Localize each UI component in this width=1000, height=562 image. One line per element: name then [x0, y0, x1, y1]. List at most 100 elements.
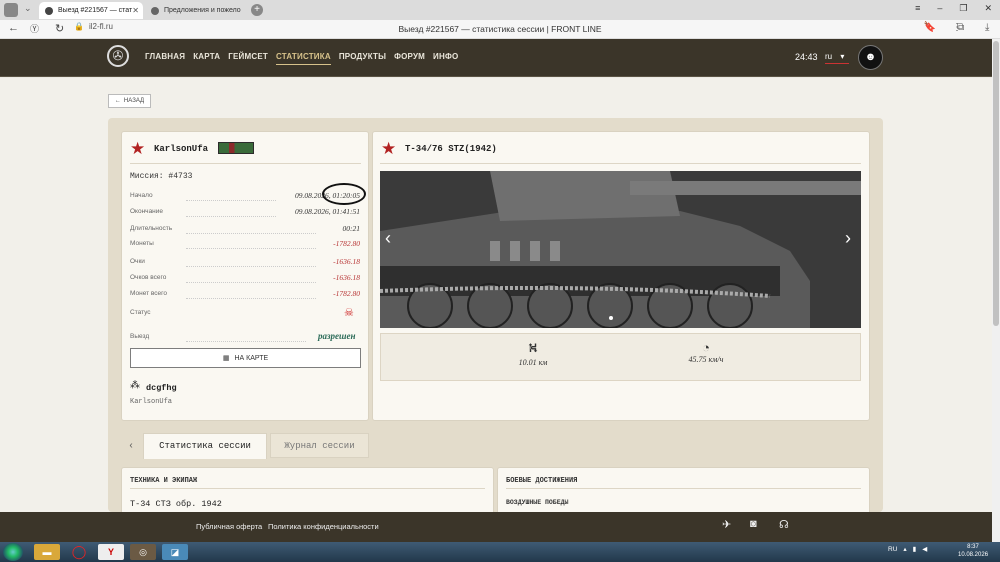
- map-icon: ▦: [222, 355, 230, 362]
- system-tray: RU ▴ ▮ ◀: [888, 545, 928, 554]
- carousel-prev-icon[interactable]: ‹: [385, 228, 391, 249]
- divider: [506, 488, 861, 489]
- end-label: Окончание: [130, 208, 164, 215]
- nav-item-products[interactable]: ПРОДУКТЫ: [339, 52, 386, 65]
- sortie-label: Выезд: [130, 333, 150, 340]
- window-controls: ≡ – ❐ ✕: [915, 3, 992, 14]
- tab-list-icon[interactable]: ⌄: [24, 3, 32, 14]
- main-nav: ГЛАВНАЯ КАРТА ГЕЙМСЕТ СТАТИСТИКА ПРОДУКТ…: [145, 52, 458, 65]
- dotted-leader: [186, 341, 306, 342]
- skull-icon: ☠: [344, 307, 354, 319]
- dotted-leader: [186, 266, 316, 267]
- start-button[interactable]: [3, 543, 23, 561]
- distance-stat: ⛕ 10.01 км: [493, 340, 573, 367]
- browser-menu-icon[interactable]: [4, 3, 18, 17]
- mission-link[interactable]: #4733: [168, 172, 192, 181]
- rank-badge: [218, 142, 254, 154]
- start-label: Начало: [130, 192, 153, 199]
- app-icon[interactable]: ◪: [162, 544, 188, 560]
- opera-icon[interactable]: ◯: [66, 544, 92, 560]
- route-icon: ⛕: [528, 340, 538, 355]
- site-footer: [0, 512, 992, 542]
- privacy-policy-link[interactable]: Политика конфиденциальности: [268, 522, 379, 531]
- close-window-icon[interactable]: ✕: [984, 3, 992, 14]
- dotted-leader: [186, 233, 316, 234]
- game-icon[interactable]: ◎: [130, 544, 156, 560]
- carousel-next-icon[interactable]: ›: [845, 228, 851, 249]
- squad-name[interactable]: dcgfhg: [146, 383, 177, 393]
- tray-clock[interactable]: 8:37 10.08.2026: [958, 543, 988, 559]
- squad-member[interactable]: KarlsonUfa: [130, 398, 172, 406]
- new-tab-button[interactable]: +: [251, 4, 263, 16]
- nav-item-forum[interactable]: ФОРУМ: [394, 52, 425, 65]
- total-points-label: Очков всего: [130, 274, 167, 281]
- air-wins-title: ВОЗДУШНЫЕ ПОБЕДЫ: [506, 499, 569, 506]
- sortie-status: разрешен: [318, 331, 356, 341]
- telegram-icon[interactable]: ✈: [722, 518, 731, 531]
- total-coins-value: -1782.80: [333, 289, 360, 298]
- duration-label: Длительность: [130, 225, 173, 232]
- carousel-dot[interactable]: [609, 316, 613, 320]
- tab-favicon: [45, 6, 53, 15]
- browser-tab-active[interactable]: Выезд #221567 — стат ✕: [39, 2, 143, 19]
- volume-icon[interactable]: ◀: [922, 545, 927, 553]
- coins-label: Монеты: [130, 240, 154, 247]
- chevron-down-icon: ▾: [840, 52, 845, 61]
- total-points-value: -1636.18: [333, 273, 360, 282]
- nav-item-stats[interactable]: СТАТИСТИКА: [275, 52, 331, 65]
- menu-icon[interactable]: ≡: [915, 3, 920, 14]
- browser-tab[interactable]: Предложения и пожело: [145, 2, 251, 19]
- vehicle-stats: [380, 333, 861, 381]
- mission-line: Миссия: #4733: [130, 172, 193, 181]
- nav-item-info[interactable]: ИНФО: [433, 52, 458, 65]
- tab-session-stats[interactable]: Статистика сессии: [143, 433, 267, 459]
- vehicle-name: T-34/76 STZ(1942): [405, 144, 497, 154]
- achievements-card: [497, 467, 870, 517]
- dotted-leader: [186, 216, 276, 217]
- points-value: -1636.18: [333, 257, 360, 266]
- back-button[interactable]: ← НАЗАД: [108, 94, 151, 108]
- arrow-left-icon: ←: [114, 98, 121, 104]
- yandex-browser-icon[interactable]: Y: [98, 544, 124, 560]
- tab-close-icon[interactable]: ✕: [132, 6, 139, 15]
- nav-item-gameset[interactable]: ГЕЙМСЕТ: [228, 52, 268, 65]
- language-select[interactable]: ru ▾: [825, 52, 849, 64]
- tech-vehicle-name: T-34 СТЗ обр. 1942: [130, 499, 222, 509]
- coins-value: -1782.80: [333, 239, 360, 248]
- dotted-leader: [186, 248, 316, 249]
- minimize-icon[interactable]: –: [937, 3, 942, 14]
- site-logo-icon[interactable]: ✇: [107, 45, 129, 67]
- download-icon[interactable]: ⤓: [985, 22, 989, 33]
- squad-icon: ⁂: [130, 380, 140, 391]
- achievements-section-title: БОЕВЫЕ ДОСТИЖЕНИЯ: [506, 477, 578, 485]
- points-label: Очки: [130, 258, 145, 265]
- total-coins-label: Монет всего: [130, 290, 167, 297]
- explorer-icon[interactable]: ▬: [34, 544, 60, 560]
- divider: [130, 163, 361, 164]
- user-avatar[interactable]: ☻: [858, 45, 883, 70]
- tray-arrow-icon[interactable]: ▴: [903, 545, 906, 553]
- tab-session-log[interactable]: Журнал сессии: [270, 433, 369, 458]
- status-label: Статус: [130, 309, 151, 316]
- duration-value: 00:21: [342, 224, 361, 233]
- speed-stat: ◔ 45.75 км/ч: [666, 340, 746, 364]
- nav-item-map[interactable]: КАРТА: [193, 52, 220, 65]
- divider: [130, 488, 485, 489]
- nav-item-main[interactable]: ГЛАВНАЯ: [145, 52, 185, 65]
- player-name[interactable]: KarlsonUfa: [154, 144, 208, 154]
- extensions-icon[interactable]: ⧉: [957, 22, 964, 33]
- network-icon[interactable]: ▮: [913, 545, 917, 553]
- star-icon: ★: [130, 139, 146, 158]
- scrollbar-thumb[interactable]: [993, 41, 999, 326]
- page-title: Выезд #221567 — статистика сессии | FRON…: [398, 24, 602, 34]
- discord-icon[interactable]: ◙: [750, 518, 757, 530]
- bookmark-icon[interactable]: 🔖: [924, 22, 936, 33]
- divider: [380, 163, 861, 164]
- tabs-prev-button[interactable]: ‹: [121, 433, 141, 458]
- public-offer-link[interactable]: Публичная оферта: [196, 522, 262, 531]
- on-map-button[interactable]: ▦ НА КАРТЕ: [130, 348, 361, 368]
- vehicle-image-carousel[interactable]: [380, 171, 861, 328]
- dotted-leader: [186, 298, 316, 299]
- support-icon[interactable]: ☊: [779, 518, 789, 531]
- maximize-icon[interactable]: ❐: [959, 3, 967, 14]
